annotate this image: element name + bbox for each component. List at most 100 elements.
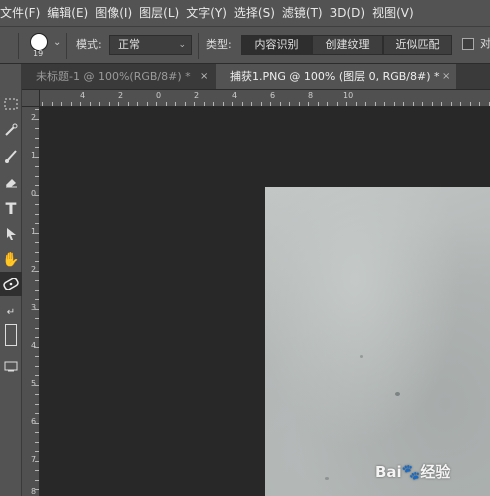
ruler-tick — [308, 102, 309, 106]
ruler-tick — [35, 413, 39, 414]
menu-edit[interactable]: 编辑(E) — [47, 0, 95, 26]
ruler-number: 2 — [31, 113, 37, 122]
options-grip — [18, 33, 19, 59]
type-create-texture[interactable]: 创建纹理 — [312, 35, 383, 55]
eraser-icon[interactable] — [0, 170, 22, 194]
hand-icon[interactable]: ✋ — [0, 248, 22, 272]
type-icon[interactable]: T — [0, 196, 22, 220]
ruler-tick — [403, 102, 404, 106]
ruler-tick — [35, 460, 39, 462]
menu-image[interactable]: 图像(I) — [95, 0, 139, 26]
mode-select[interactable]: 正常 ⌄ — [109, 35, 192, 55]
tab-capture1-png[interactable]: 捕获1.PNG @ 100% (图层 0, RGB/8#) * × — [216, 64, 456, 89]
ruler-number: 1 — [31, 151, 37, 160]
ruler-tick — [35, 308, 39, 310]
ruler-tick — [35, 289, 39, 291]
image-speck — [325, 477, 329, 480]
ruler-tick — [270, 102, 271, 106]
ruler-tick — [156, 102, 157, 106]
ruler-tick — [384, 102, 385, 106]
type-proximity-match[interactable]: 近似匹配 — [383, 35, 452, 55]
brush-size-value: 19 — [33, 49, 44, 58]
ruler-tick — [241, 102, 243, 106]
menu-3d[interactable]: 3D(D) — [330, 0, 372, 26]
quick-select-icon[interactable] — [0, 118, 22, 142]
ruler-tick — [35, 451, 39, 452]
menu-layer[interactable]: 图层(L) — [139, 0, 186, 26]
ruler-tick — [35, 432, 39, 433]
ruler-tick — [213, 102, 214, 106]
options-bar: 19 ⌄ 模式: 正常 ⌄ 类型: 内容识别 创建纹理 近似匹配 对 — [0, 26, 490, 64]
ruler-tick — [35, 223, 39, 224]
menu-filter[interactable]: 滤镜(T) — [282, 0, 330, 26]
ruler-tick — [35, 270, 39, 272]
close-icon[interactable]: × — [200, 64, 208, 89]
menu-type[interactable]: 文字(Y) — [186, 0, 234, 26]
ruler-horizontal[interactable]: 4 2 0 2 4 6 8 10 — [40, 90, 490, 107]
image-speck — [360, 355, 363, 358]
ruler-tick — [374, 102, 376, 106]
image-layer[interactable] — [265, 187, 490, 496]
ruler-tick — [35, 470, 39, 471]
ruler-tick — [35, 128, 39, 129]
ruler-tick — [222, 102, 224, 106]
tab-untitled-1[interactable]: 未标题-1 @ 100%(RGB/8#) * × — [22, 64, 214, 89]
ruler-tick — [365, 102, 366, 106]
tab-label: 捕获1.PNG @ 100% (图层 0, RGB/8#) * — [230, 70, 440, 83]
type-content-aware[interactable]: 内容识别 — [241, 35, 312, 55]
ruler-tick — [289, 102, 290, 106]
ruler-tick — [35, 346, 39, 348]
color-swatch-icon[interactable] — [0, 322, 22, 348]
ruler-tick — [35, 422, 39, 424]
ruler-tick — [35, 261, 39, 262]
ruler-corner[interactable] — [22, 90, 40, 107]
ruler-tick — [35, 118, 39, 120]
ruler-tick — [35, 280, 39, 281]
ruler-tick — [251, 102, 252, 106]
ruler-tick — [80, 102, 81, 106]
ruler-vertical[interactable]: 2 1 0 1 2 3 4 5 6 7 8 — [22, 107, 40, 496]
ruler-number: 8 — [308, 91, 314, 100]
brush-icon[interactable] — [0, 144, 22, 168]
ruler-tick — [165, 102, 167, 106]
ruler-number: 2 — [194, 91, 200, 100]
swap-colors-icon[interactable]: ↵ — [0, 300, 22, 324]
document-canvas[interactable]: Bai🐾经验 — [40, 107, 490, 496]
sample-all-layers-label: 对 — [480, 37, 490, 50]
ruler-tick — [194, 102, 195, 106]
marquee-icon[interactable] — [0, 92, 22, 116]
ruler-number: 1 — [31, 227, 37, 236]
sample-all-layers-checkbox[interactable] — [462, 38, 474, 50]
ruler-number: 2 — [118, 91, 124, 100]
chevron-down-icon[interactable]: ⌄ — [53, 37, 61, 48]
close-icon[interactable]: × — [442, 64, 450, 89]
menu-bar: 文件(F) 编辑(E) 图像(I) 图层(L) 文字(Y) 选择(S) 滤镜(T… — [0, 0, 490, 26]
chevron-down-icon: ⌄ — [178, 40, 186, 50]
ruler-tick — [146, 102, 148, 106]
screen-mode-icon[interactable] — [0, 354, 22, 378]
ruler-tick — [42, 102, 43, 106]
ruler-tick — [35, 232, 39, 234]
ruler-tick — [450, 102, 452, 106]
ruler-tick — [469, 102, 471, 106]
ruler-tick — [422, 102, 423, 106]
ruler-number: 2 — [31, 265, 37, 274]
path-select-icon[interactable] — [0, 222, 22, 246]
ruler-tick — [70, 102, 72, 106]
ruler-tick — [232, 102, 233, 106]
patch-tool-icon[interactable] — [0, 272, 22, 296]
ruler-tick — [355, 102, 357, 106]
menu-view[interactable]: 视图(V) — [372, 0, 421, 26]
ruler-tick — [35, 137, 39, 139]
ruler-tick — [108, 102, 110, 106]
ruler-tick — [35, 365, 39, 367]
menu-select[interactable]: 选择(S) — [234, 0, 282, 26]
toolbox: T ✋ ↵ — [0, 64, 22, 496]
ruler-number: 5 — [31, 379, 37, 388]
ruler-tick — [35, 375, 39, 376]
ruler-number: 0 — [31, 189, 37, 198]
ruler-number: 4 — [232, 91, 238, 100]
ruler-tick — [35, 213, 39, 215]
menu-file[interactable]: 文件(F) — [0, 0, 47, 26]
ruler-number: 6 — [270, 91, 276, 100]
